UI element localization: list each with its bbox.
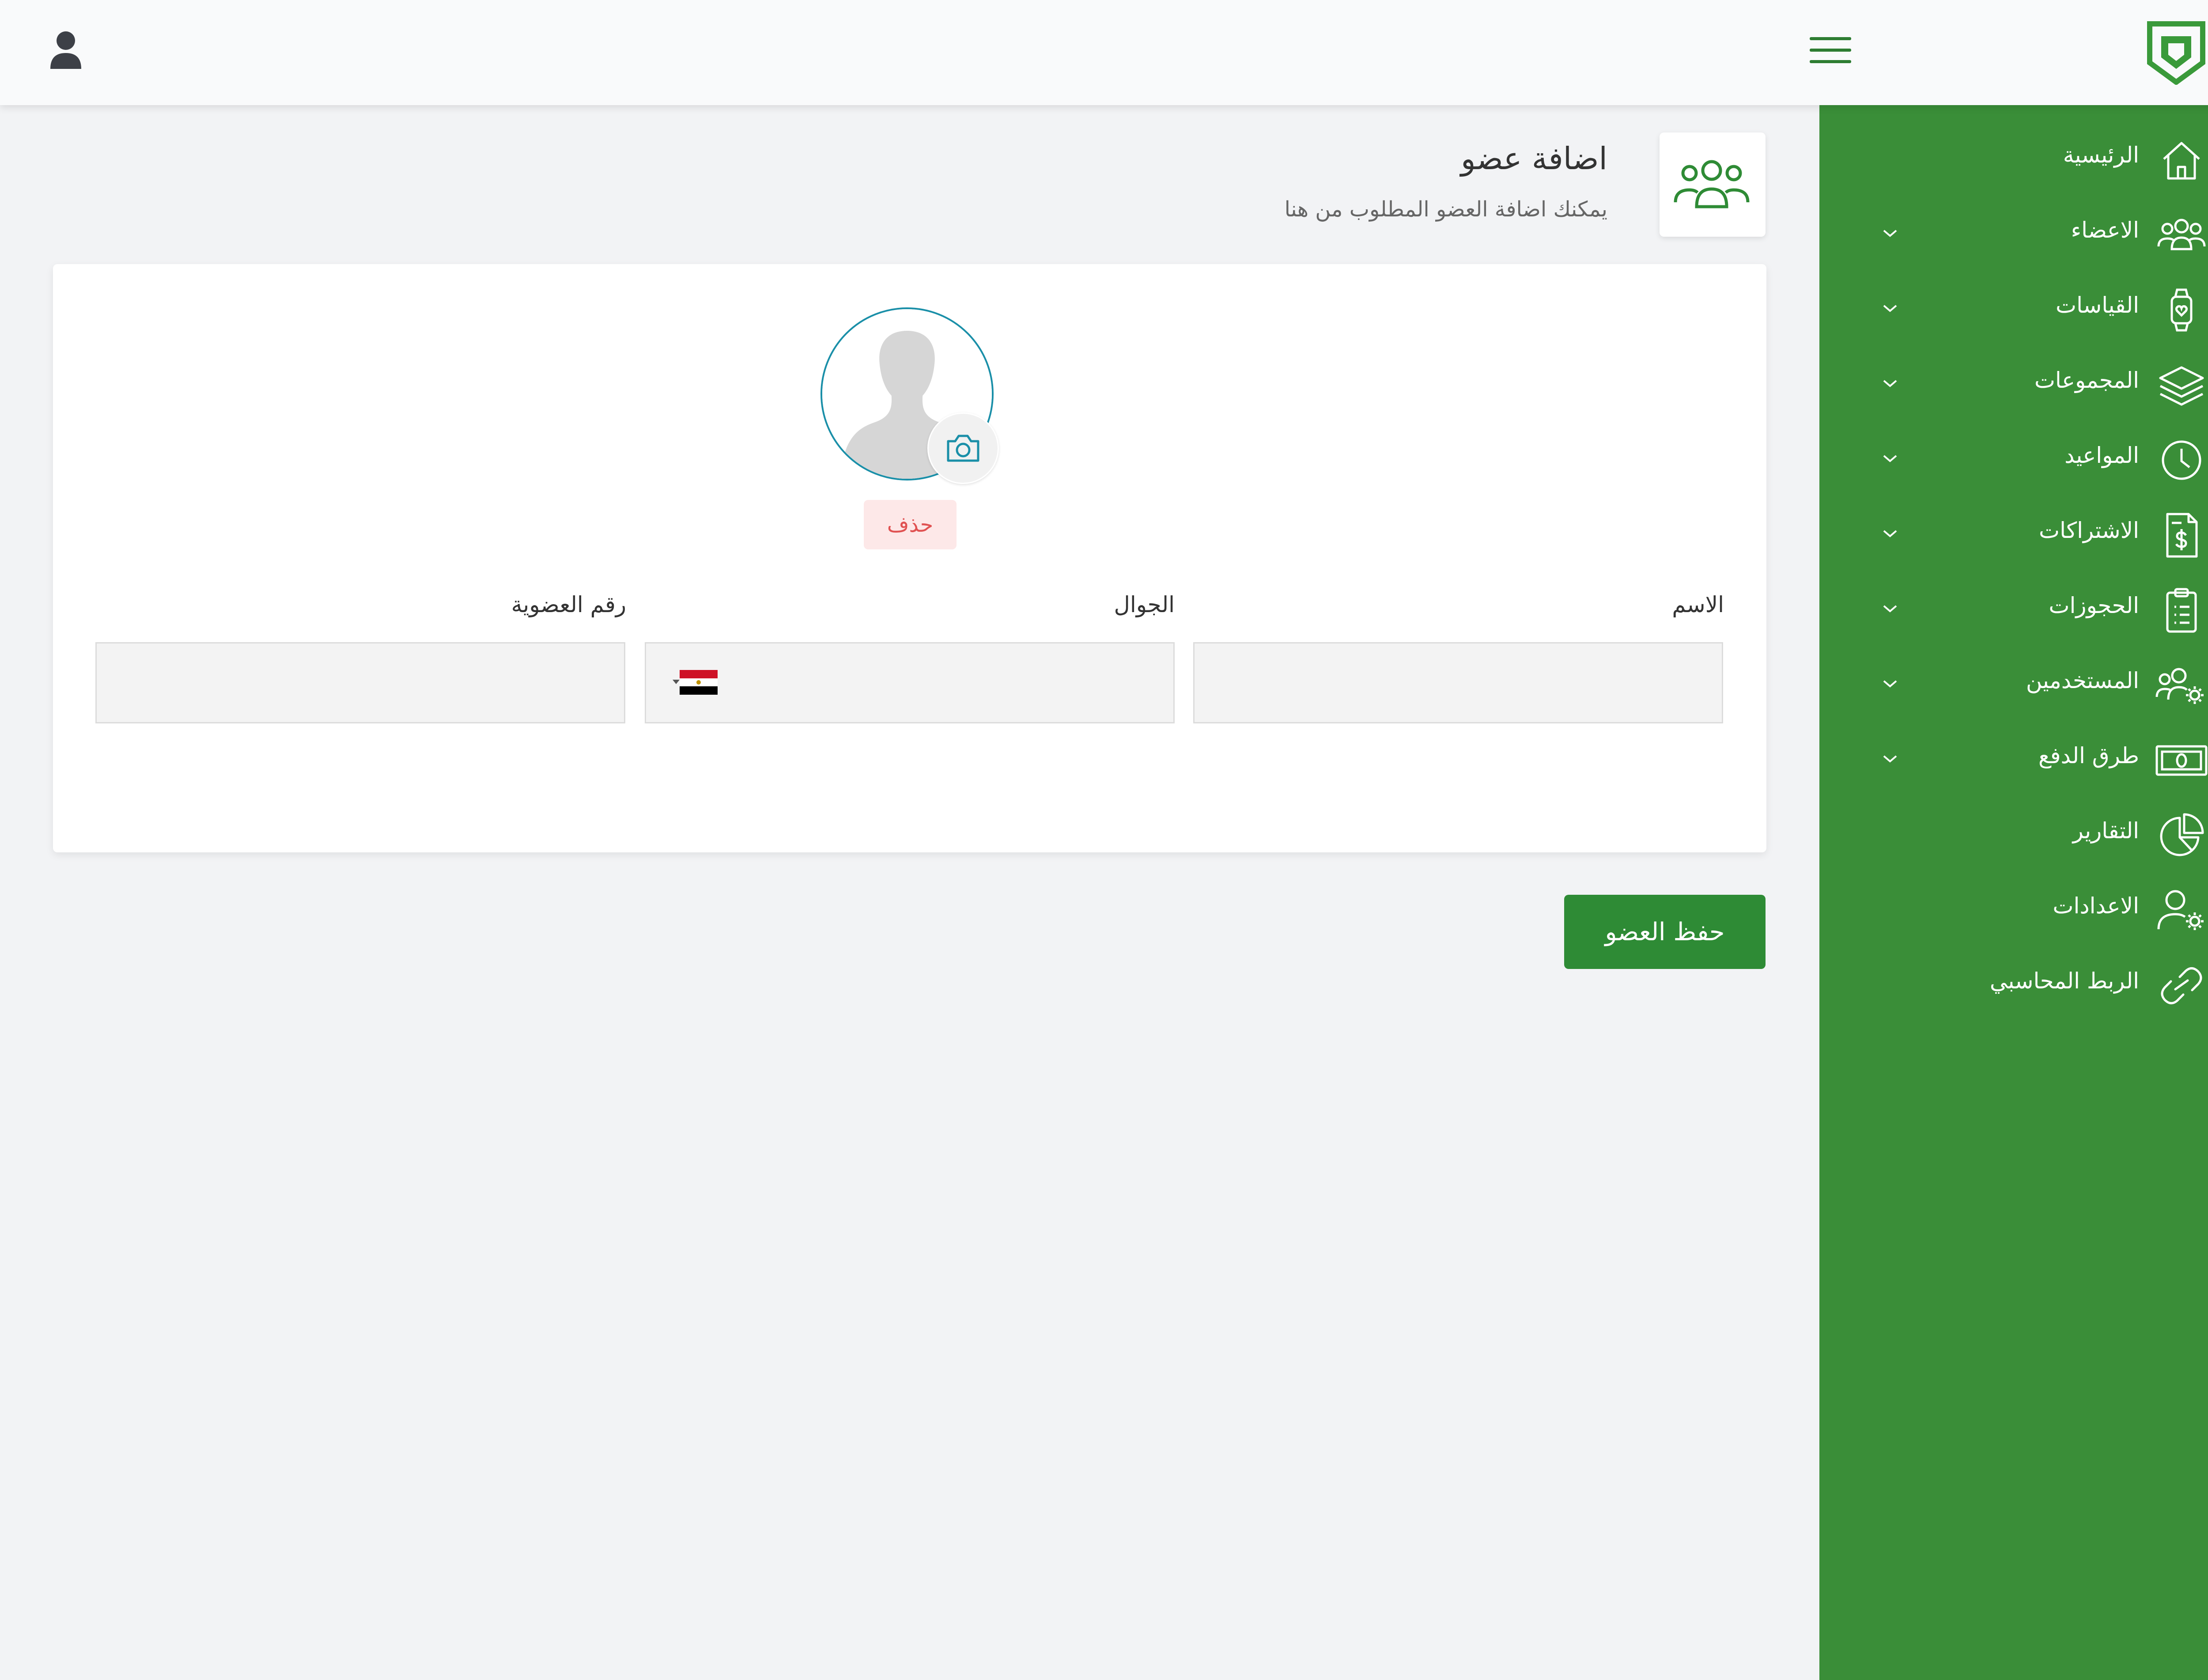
- layers-icon: [2159, 366, 2204, 406]
- mobile-label: الجوال: [1114, 592, 1175, 617]
- sidebar-item-label: الاعدادات: [2053, 893, 2139, 919]
- sidebar-item-label: الربط المحاسبي: [1989, 968, 2139, 994]
- page-icon-card: [1660, 132, 1766, 237]
- users-gear-icon: [2155, 668, 2204, 704]
- chevron-down-icon: [1883, 230, 1897, 237]
- chevron-down-icon: [1883, 755, 1897, 763]
- save-member-button[interactable]: حفظ العضو: [1564, 895, 1766, 969]
- pie-chart-icon: [2160, 813, 2204, 856]
- sidebar-item-label: التقارير: [2072, 818, 2139, 844]
- hamburger-menu-icon[interactable]: [1810, 37, 1851, 64]
- membership-number-input[interactable]: [95, 642, 625, 723]
- top-bar: [0, 0, 2208, 105]
- sidebar-item-users[interactable]: المستخدمين: [1819, 650, 2208, 721]
- sidebar-item-home[interactable]: الرئيسية: [1819, 125, 2208, 195]
- smartwatch-heart-icon: [2170, 288, 2193, 332]
- user-icon[interactable]: [49, 31, 82, 69]
- sidebar-item-label: المجموعات: [2034, 367, 2139, 393]
- chevron-down-icon: [1883, 680, 1897, 688]
- upload-photo-button[interactable]: [927, 412, 999, 484]
- sidebar-item-members[interactable]: الاعضاء: [1819, 200, 2208, 270]
- sidebar-item-label: القياسات: [2056, 292, 2139, 318]
- sidebar-item-label: الاعضاء: [2071, 217, 2139, 243]
- link-icon: [2161, 967, 2202, 1004]
- page-title: اضافة عضو: [1460, 140, 1607, 177]
- invoice-dollar-icon: [2166, 513, 2198, 558]
- chevron-down-icon: [1883, 455, 1897, 462]
- home-icon: [2163, 142, 2200, 180]
- sidebar-item-label: الحجوزات: [2049, 593, 2139, 618]
- app-logo-icon[interactable]: [2146, 20, 2206, 85]
- chevron-down-icon: [1883, 380, 1897, 387]
- sidebar-item-bookings[interactable]: الحجوزات: [1819, 575, 2208, 646]
- sidebar-item-label: طرق الدفع: [2038, 743, 2139, 768]
- clipboard-list-icon: [2166, 588, 2197, 633]
- name-input[interactable]: [1193, 642, 1723, 723]
- sidebar-item-label: المواعيد: [2064, 443, 2139, 468]
- camera-icon: [947, 435, 979, 462]
- sidebar-item-accounting-link[interactable]: الربط المحاسبي: [1819, 950, 2208, 1021]
- sidebar-item-label: الاشتراكات: [2039, 518, 2139, 543]
- member-form-card: حذف الاسم الجوال رقم العضوية: [53, 264, 1766, 852]
- sidebar-item-appointments[interactable]: المواعيد: [1819, 425, 2208, 496]
- country-dropdown-caret-icon: [673, 680, 680, 684]
- membership-number-label: رقم العضوية: [511, 592, 626, 617]
- sidebar-item-payment-methods[interactable]: طرق الدفع: [1819, 725, 2208, 796]
- users-icon: [2157, 219, 2206, 250]
- sidebar-item-label: الرئيسية: [2063, 142, 2139, 168]
- sidebar-item-label: المستخدمين: [2026, 668, 2139, 693]
- clock-icon: [2162, 440, 2201, 480]
- sidebar: الرئيسية الاعضاء القياسات المجموعات المو…: [1819, 105, 2208, 1680]
- sidebar-item-groups[interactable]: المجموعات: [1819, 350, 2208, 420]
- users-icon: [1674, 160, 1750, 208]
- chevron-down-icon: [1883, 605, 1897, 613]
- chevron-down-icon: [1883, 530, 1897, 537]
- sidebar-item-subscriptions[interactable]: الاشتراكات: [1819, 500, 2208, 571]
- name-label: الاسم: [1672, 592, 1724, 617]
- user-gear-icon: [2157, 890, 2204, 930]
- sidebar-item-settings[interactable]: الاعدادات: [1819, 875, 2208, 946]
- banknote-icon: [2155, 745, 2208, 776]
- mobile-input[interactable]: [645, 642, 1175, 723]
- egypt-flag-icon[interactable]: [680, 670, 718, 695]
- sidebar-item-reports[interactable]: التقارير: [1819, 800, 2208, 871]
- sidebar-item-measurements[interactable]: القياسات: [1819, 275, 2208, 345]
- page-subtitle: يمكنك اضافة العضو المطلوب من هنا: [1284, 197, 1607, 222]
- delete-photo-button[interactable]: حذف: [864, 500, 957, 549]
- chevron-down-icon: [1883, 305, 1897, 312]
